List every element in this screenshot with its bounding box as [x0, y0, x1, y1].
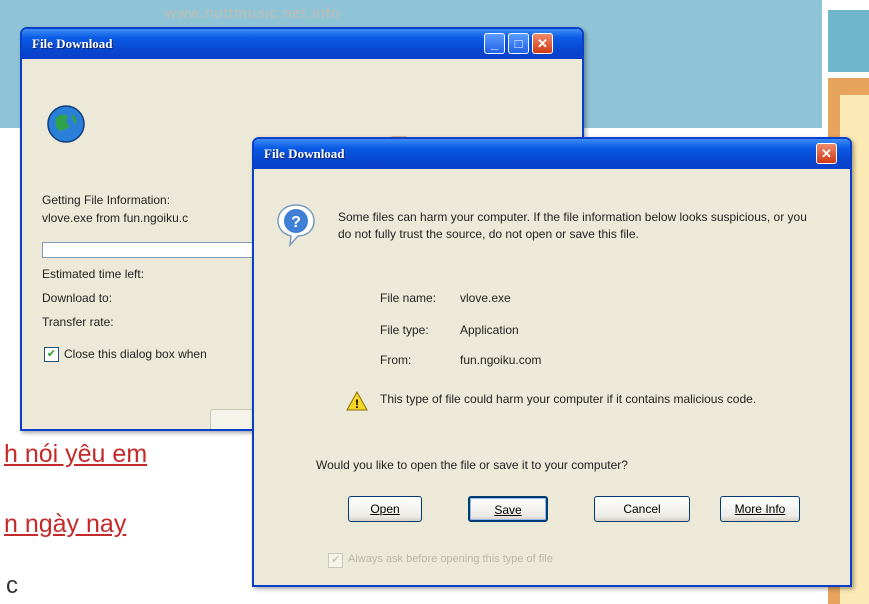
globe-icon [47, 105, 85, 143]
file-name-label: File name: [380, 291, 437, 305]
open-button-label: Open [370, 502, 400, 516]
save-button[interactable]: Save [468, 496, 548, 522]
always-ask-label: Always ask before opening this type of f… [348, 553, 553, 565]
page-link-1[interactable]: h nói yêu em [4, 440, 147, 469]
from-label: From: [380, 353, 412, 367]
save-button-label: Save [494, 503, 522, 517]
dialog-title: File Download [32, 36, 113, 51]
more-info-button-label: More Info [734, 502, 786, 516]
caution-text: This type of file could harm your comput… [380, 392, 757, 406]
close-when-done-label: Close this dialog box when [64, 347, 207, 361]
file-type-label: File type: [380, 323, 429, 337]
page-link-2[interactable]: n ngày nay [4, 510, 126, 539]
estimated-time-label: Estimated time left: [42, 267, 145, 281]
always-ask-checkbox: ✔ [328, 553, 343, 568]
warning-icon: ! [346, 391, 368, 411]
svg-text:?: ? [291, 214, 301, 231]
file-download-security-dialog: File Download ✕ ? Some files can harm yo… [252, 137, 852, 587]
maximize-button[interactable]: □ [508, 33, 529, 54]
close-when-done-checkbox[interactable]: ✔ [44, 347, 59, 362]
cancel-button[interactable]: Cancel [594, 496, 690, 522]
file-from-label: vlove.exe from fun.ngoiku.c [42, 211, 189, 225]
file-type-value: Application [460, 323, 519, 337]
page-text-fragment: c [6, 572, 18, 599]
titlebar[interactable]: File Download _ □ ✕ [22, 29, 582, 59]
cancel-button-label: Cancel [623, 502, 661, 516]
file-name-value: vlove.exe [460, 291, 511, 305]
from-value: fun.ngoiku.com [460, 353, 542, 367]
dialog-body: ? Some files can harm your computer. If … [254, 169, 850, 585]
close-button[interactable]: ✕ [532, 33, 553, 54]
rail-blue-block [828, 10, 869, 72]
titlebar[interactable]: File Download ✕ [254, 139, 850, 169]
svg-text:!: ! [355, 397, 359, 411]
more-info-button[interactable]: More Info [720, 496, 800, 522]
transfer-rate-label: Transfer rate: [42, 315, 114, 329]
question-text: Would you like to open the file or save … [316, 458, 628, 472]
warning-text: Some files can harm your computer. If th… [338, 210, 807, 241]
banner-url-text: www.nuttmusic.net.info [165, 5, 341, 22]
getting-info-label: Getting File Information: [42, 193, 171, 207]
question-icon: ? [277, 204, 315, 247]
download-to-label: Download to: [42, 291, 113, 305]
dialog-title: File Download [264, 146, 345, 161]
open-button[interactable]: Open [348, 496, 422, 522]
close-button[interactable]: ✕ [816, 143, 837, 164]
minimize-button[interactable]: _ [484, 33, 505, 54]
